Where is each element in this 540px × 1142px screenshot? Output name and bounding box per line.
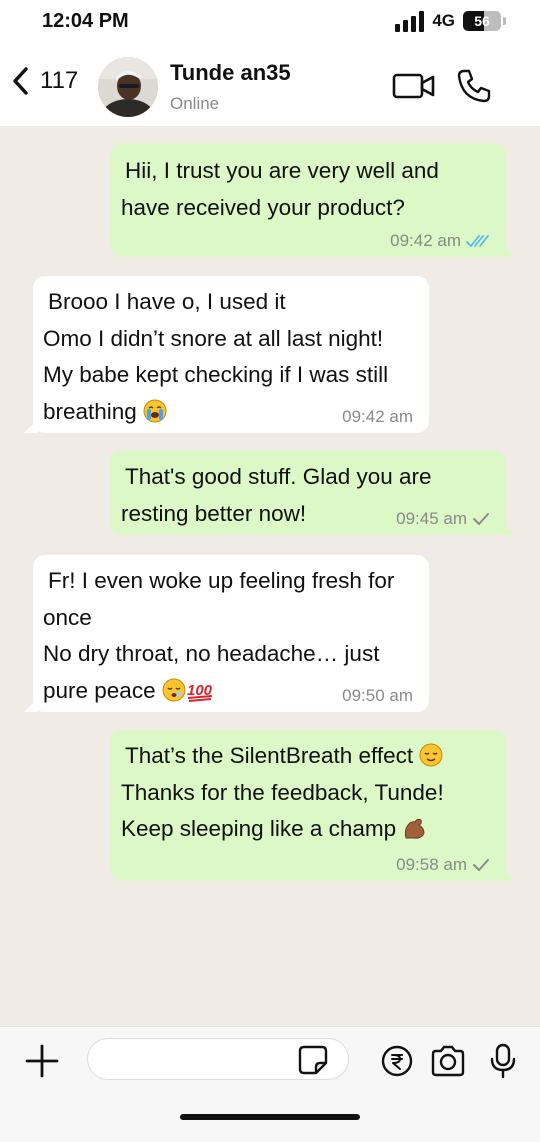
video-call-button[interactable] (392, 72, 436, 105)
message-outgoing[interactable]: That's good stuff. Glad you are resting … (110, 451, 515, 535)
read-ticks-icon (466, 235, 489, 247)
message-time: 09:50 am (342, 686, 413, 705)
contact-status: Online (170, 94, 220, 113)
message-text: Omo I didn’t snore at all last night! (43, 325, 384, 351)
chat-header: 117 Tunde an35 Online (0, 48, 540, 126)
contact-info[interactable]: Tunde an35 Online (170, 60, 291, 114)
mic-icon (490, 1043, 516, 1079)
crying-face-icon (143, 399, 167, 422)
sent-tick-icon (473, 513, 489, 525)
phone-icon (457, 69, 491, 103)
signal-icon (395, 10, 425, 32)
composer-bar (0, 1026, 540, 1142)
status-bar: 12:04 PM 4G 56 (0, 0, 540, 48)
battery-tip (503, 17, 506, 25)
message-time: 09:42 am (342, 407, 413, 426)
camera-icon (431, 1045, 465, 1077)
relieved-face-icon (419, 743, 443, 767)
message-text: Fr! I even woke up feeling fresh for (48, 568, 395, 593)
message-text: No dry throat, no headache… just (43, 641, 380, 666)
bubble-tail (501, 243, 515, 257)
flexed-biceps-icon (405, 818, 425, 839)
message-text: That’s the SilentBreath effect (125, 743, 414, 768)
message-meta: 09:50 am (342, 686, 413, 706)
hundred-points-icon: 100 (187, 682, 213, 702)
bubble-tail (24, 698, 38, 712)
status-indicators: 4G 56 (395, 10, 506, 32)
message-incoming[interactable]: Brooo I have o, I used it Omo I didn’t s… (24, 276, 429, 433)
unread-count: 117 (40, 67, 79, 94)
message-text: have received your product? (121, 194, 405, 220)
sticker-icon (298, 1045, 328, 1075)
message-text: Hii, I trust you are very well and (125, 158, 439, 183)
avatar-image (98, 57, 158, 117)
sent-tick-icon (473, 859, 489, 871)
bubble-tail (501, 867, 515, 881)
rupee-icon (381, 1045, 413, 1077)
voice-message-button[interactable] (489, 1043, 517, 1084)
battery-icon: 56 (463, 11, 501, 31)
message-meta: 09:58 am (396, 855, 490, 875)
home-indicator[interactable] (180, 1114, 360, 1120)
back-button[interactable]: 117 (10, 66, 78, 96)
camera-button[interactable] (430, 1045, 466, 1082)
message-outgoing[interactable]: Hii, I trust you are very well and have … (110, 143, 515, 257)
message-text: Brooo I have o, I used it (48, 289, 286, 314)
message-text: My babe kept checking if I was still (43, 362, 389, 387)
voice-call-button[interactable] (456, 68, 492, 109)
bubble-tail (501, 521, 515, 535)
sticker-button[interactable] (298, 1045, 328, 1080)
sleeping-face-icon (162, 678, 186, 701)
plus-icon (25, 1044, 59, 1078)
message-text: once (43, 604, 92, 630)
network-type: 4G (432, 11, 455, 30)
message-time: 09:42 am (390, 231, 461, 250)
message-text: breathing (43, 398, 137, 424)
message-text: Keep sleeping like a champ (121, 816, 397, 841)
message-incoming[interactable]: Fr! I even woke up feeling fresh for onc… (24, 555, 429, 712)
attach-button[interactable] (24, 1043, 60, 1084)
message-meta: 09:45 am (396, 509, 490, 529)
chevron-left-icon (13, 67, 28, 95)
avatar[interactable] (98, 57, 158, 117)
message-text: pure peace (43, 677, 156, 703)
message-time: 09:58 am (396, 855, 467, 874)
message-meta: 09:42 am (342, 407, 413, 427)
bubble-tail (24, 419, 38, 433)
video-icon (392, 73, 435, 99)
battery-level: 56 (474, 13, 490, 29)
message-text: That's good stuff. Glad you are (125, 464, 432, 489)
contact-name: Tunde an35 (170, 60, 291, 85)
message-text: Thanks for the feedback, Tunde! (121, 779, 444, 805)
message-time: 09:45 am (396, 509, 467, 528)
message-meta: 09:42 am (390, 231, 490, 251)
message-outgoing[interactable]: That’s the SilentBreath effect Thanks fo… (110, 730, 515, 881)
status-time: 12:04 PM (42, 10, 129, 32)
payment-button[interactable] (381, 1045, 413, 1082)
message-list[interactable]: Hii, I trust you are very well and have … (0, 126, 540, 1026)
